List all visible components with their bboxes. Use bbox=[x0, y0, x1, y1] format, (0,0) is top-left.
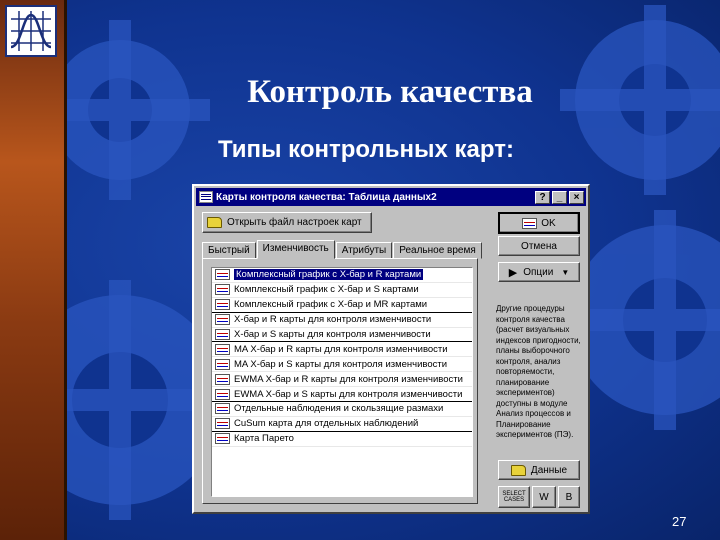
control-chart-icon bbox=[215, 329, 230, 340]
variability-tab-panel: Комплексный график с X-бар и R картами Ко… bbox=[202, 258, 478, 504]
chart-type-item[interactable]: X-бар и S карты для контроля изменчивост… bbox=[212, 328, 472, 343]
chart-type-item[interactable]: EWMA X-бар и R карты для контроля изменч… bbox=[212, 372, 472, 388]
close-button[interactable]: × bbox=[569, 190, 584, 204]
chart-type-item[interactable]: Отдельные наблюдения и скользящие размах… bbox=[212, 402, 472, 417]
chart-type-label: EWMA X-бар и S карты для контроля изменч… bbox=[234, 388, 463, 400]
control-chart-icon bbox=[215, 343, 230, 355]
control-chart-icon bbox=[215, 299, 230, 311]
help-button[interactable]: ? bbox=[535, 190, 550, 204]
chart-type-label: Комплексный график с X-бар и S картами bbox=[234, 284, 419, 296]
folder-icon bbox=[510, 464, 526, 476]
weight-button[interactable]: W bbox=[532, 486, 556, 508]
chart-type-label: Карта Парето bbox=[234, 433, 294, 445]
cancel-label: Отмена bbox=[521, 240, 557, 252]
tab-attributes[interactable]: Атрибуты bbox=[335, 242, 393, 259]
chart-type-item[interactable]: Комплексный график с X-бар и S картами bbox=[212, 283, 472, 298]
options-label: Опции bbox=[523, 266, 554, 278]
chart-type-list[interactable]: Комплексный график с X-бар и R картами Ко… bbox=[211, 267, 473, 497]
chart-type-label: MA X-бар и S карты для контроля изменчив… bbox=[234, 358, 448, 370]
chart-type-label: Комплексный график с X-бар и R картами bbox=[234, 269, 424, 281]
chart-type-item[interactable]: CuSum карта для отдельных наблюдений bbox=[212, 417, 472, 432]
options-icon: ▶ bbox=[508, 266, 518, 279]
chart-type-item[interactable]: Комплексный график с X-бар и R картами bbox=[212, 268, 472, 283]
ok-button[interactable]: OK bbox=[498, 212, 580, 234]
chart-type-item[interactable]: MA X-бар и R карты для контроля изменчив… bbox=[212, 342, 472, 358]
chart-type-label: Отдельные наблюдения и скользящие размах… bbox=[234, 403, 444, 415]
cancel-button[interactable]: Отмена bbox=[498, 236, 580, 256]
logo-icon bbox=[5, 5, 57, 57]
group-label: B bbox=[565, 491, 573, 503]
chart-type-item[interactable]: Карта Парето bbox=[212, 432, 472, 447]
data-label: Данные bbox=[530, 464, 568, 476]
minimize-button[interactable]: _ bbox=[552, 190, 567, 204]
weight-label: W bbox=[539, 491, 549, 503]
ok-label: OK bbox=[541, 217, 556, 229]
page-number: 27 bbox=[672, 514, 687, 529]
chart-type-label: X-бар и S карты для контроля изменчивост… bbox=[234, 329, 431, 340]
chart-type-item[interactable]: X-бар и R карты для контроля изменчивост… bbox=[212, 313, 472, 328]
folder-icon bbox=[207, 217, 222, 228]
control-chart-icon bbox=[215, 269, 230, 281]
control-chart-icon bbox=[215, 433, 230, 445]
chart-type-label: X-бар и R карты для контроля изменчивост… bbox=[234, 314, 432, 326]
select-cases-button[interactable]: SELECT CASES bbox=[498, 486, 530, 508]
chart-type-item[interactable]: Комплексный график с X-бар и MR картами bbox=[212, 298, 472, 313]
slide-title: Контроль качества bbox=[247, 74, 533, 110]
chart-type-item[interactable]: MA X-бар и S карты для контроля изменчив… bbox=[212, 357, 472, 373]
open-settings-file-label: Открыть файл настроек карт bbox=[227, 217, 362, 228]
chart-type-label: Комплексный график с X-бар и MR картами bbox=[234, 299, 428, 311]
tab-variability[interactable]: Изменчивость bbox=[256, 240, 335, 259]
options-button[interactable]: ▶ Опции ▼ bbox=[498, 262, 580, 282]
group-button[interactable]: B bbox=[558, 486, 580, 508]
table-icon bbox=[199, 191, 213, 203]
chart-icon bbox=[522, 217, 538, 229]
chart-type-tabs: Быстрый Изменчивость Атрибуты Реальное в… bbox=[202, 240, 483, 259]
dialog-titlebar[interactable]: Карты контроля качества: Таблица данных2… bbox=[196, 188, 586, 206]
control-chart-icon bbox=[215, 403, 230, 415]
control-chart-icon bbox=[215, 284, 230, 296]
chart-type-label: CuSum карта для отдельных наблюдений bbox=[234, 418, 419, 430]
data-button[interactable]: Данные bbox=[498, 460, 580, 480]
side-note: Другие процедуры контроля качества (расч… bbox=[496, 304, 581, 439]
chart-type-label: EWMA X-бар и R карты для контроля изменч… bbox=[234, 373, 463, 385]
open-settings-file-button[interactable]: Открыть файл настроек карт bbox=[202, 212, 372, 233]
control-chart-icon bbox=[215, 314, 230, 326]
slide-subtitle: Типы контрольных карт: bbox=[218, 136, 514, 163]
chart-type-label: MA X-бар и R карты для контроля изменчив… bbox=[234, 343, 448, 355]
chevron-down-icon: ▼ bbox=[561, 267, 570, 277]
tab-real-time[interactable]: Реальное время bbox=[393, 242, 482, 259]
dialog-title: Карты контроля качества: Таблица данных2 bbox=[216, 191, 437, 203]
control-chart-icon bbox=[215, 373, 230, 385]
control-chart-icon bbox=[215, 388, 230, 400]
chart-type-item[interactable]: EWMA X-бар и S карты для контроля изменч… bbox=[212, 387, 472, 403]
tab-quick[interactable]: Быстрый bbox=[202, 242, 256, 259]
quality-control-dialog: Карты контроля качества: Таблица данных2… bbox=[192, 184, 590, 514]
control-chart-icon bbox=[215, 418, 230, 430]
control-chart-icon bbox=[215, 358, 230, 370]
